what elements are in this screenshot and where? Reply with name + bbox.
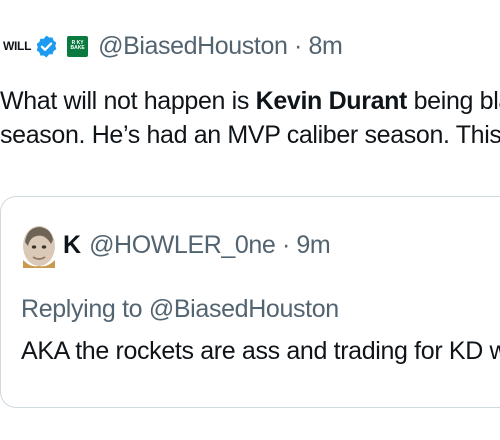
quoted-author-name[interactable]: K bbox=[63, 231, 81, 260]
affiliate-badge-text-2: BAKE bbox=[70, 45, 85, 51]
handle-and-time: @BiasedHouston · 8m bbox=[98, 31, 343, 61]
replying-to-line: Replying to @BiasedHouston bbox=[21, 295, 339, 324]
tweet-text-line-1: What will not happen is Kevin Durant bei… bbox=[0, 84, 500, 118]
tweet-header: WILL R KY BAKE @BiasedHouston · 8m bbox=[0, 28, 343, 64]
tweet-screenshot: WILL R KY BAKE @BiasedHouston · 8m What … bbox=[0, 0, 500, 440]
tweet-text-part: What will not happen is bbox=[0, 87, 256, 115]
tweet-text-part: being bla bbox=[413, 87, 500, 115]
quoted-tweet-text: AKA the rockets are ass and trading for … bbox=[21, 337, 500, 365]
separator-dot: · bbox=[294, 31, 302, 60]
affiliate-badge-icon[interactable]: R KY BAKE bbox=[67, 35, 89, 57]
author-name[interactable]: WILL bbox=[3, 39, 31, 53]
separator-dot: · bbox=[281, 230, 290, 259]
tweet-text: What will not happen is Kevin Durant bei… bbox=[0, 84, 500, 152]
replying-to-label: Replying to bbox=[21, 295, 149, 323]
quoted-tweet-time: 9m bbox=[296, 230, 331, 259]
quoted-tweet-card[interactable]: K @HOWLER_0ne · 9m Replying to @BiasedHo… bbox=[0, 196, 500, 408]
author-handle[interactable]: @BiasedHouston bbox=[98, 32, 288, 60]
quoted-handle-and-time: @HOWLER_0ne · 9m bbox=[89, 230, 331, 260]
tweet-text-bold: Kevin Durant bbox=[255, 87, 408, 115]
quoted-author-handle[interactable]: @HOWLER_0ne bbox=[89, 231, 276, 259]
avatar[interactable] bbox=[21, 222, 57, 268]
tweet-text-line-2: season. He’s had an MVP caliber season. … bbox=[0, 121, 500, 149]
tweet-time[interactable]: 8m bbox=[309, 32, 343, 60]
verified-badge-icon bbox=[34, 34, 59, 59]
quoted-tweet-header: K @HOWLER_0ne · 9m bbox=[21, 219, 331, 271]
replying-to-handle[interactable]: @BiasedHouston bbox=[149, 295, 339, 323]
